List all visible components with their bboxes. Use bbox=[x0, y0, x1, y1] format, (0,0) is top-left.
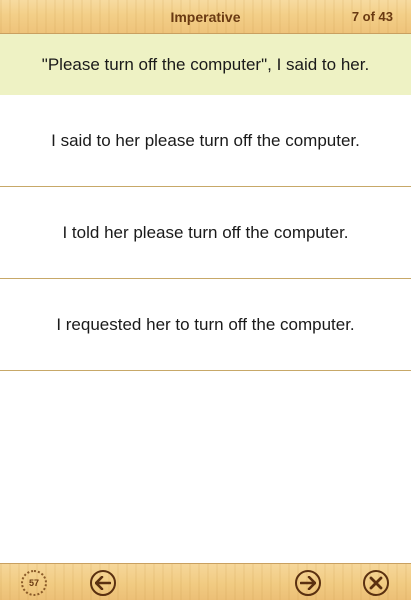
arrow-right-icon bbox=[300, 576, 316, 590]
arrow-left-icon bbox=[95, 576, 111, 590]
stopwatch-icon: 57 bbox=[21, 570, 47, 596]
next-button[interactable] bbox=[295, 570, 321, 596]
question-prompt: "Please turn off the computer", I said t… bbox=[0, 34, 411, 95]
answer-list: I said to her please turn off the comput… bbox=[0, 95, 411, 371]
close-button[interactable] bbox=[363, 570, 389, 596]
page-title: Imperative bbox=[170, 9, 241, 25]
answer-option-1[interactable]: I said to her please turn off the comput… bbox=[0, 95, 411, 187]
previous-button[interactable] bbox=[90, 570, 116, 596]
answer-option-2[interactable]: I told her please turn off the computer. bbox=[0, 187, 411, 279]
timer-value: 57 bbox=[28, 578, 39, 588]
footer-bar: 57 bbox=[0, 563, 411, 600]
question-counter: 7 of 43 bbox=[351, 9, 393, 24]
quiz-screen: Imperative 7 of 43 "Please turn off the … bbox=[0, 0, 411, 600]
close-icon bbox=[369, 576, 383, 590]
header-bar: Imperative 7 of 43 bbox=[0, 0, 411, 34]
answer-option-3[interactable]: I requested her to turn off the computer… bbox=[0, 279, 411, 371]
